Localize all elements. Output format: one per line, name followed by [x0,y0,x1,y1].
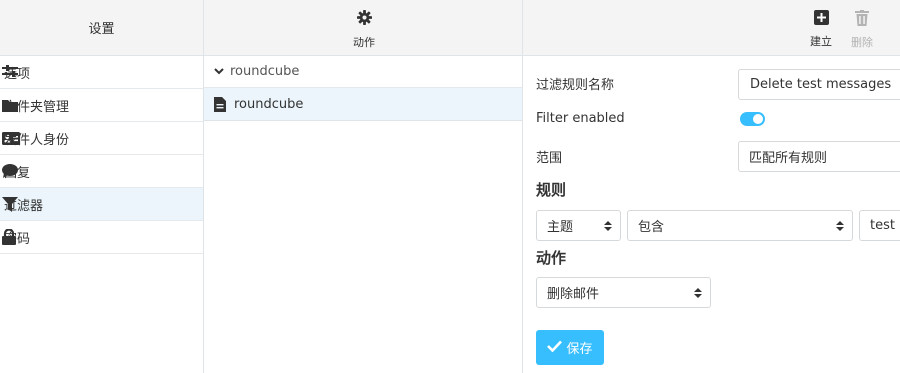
sidebar-item-responses[interactable]: 回复 [0,155,203,188]
filter-set-name: roundcube [230,64,300,79]
save-label: 保存 [566,342,593,357]
filter-name-label: 过滤规则名称 [536,78,615,93]
scope-value: 匹配所有规则 [749,151,828,166]
file-icon [214,96,234,112]
filter-set-row[interactable]: roundcube [204,56,522,88]
filter-name-input[interactable]: Delete test messages [738,69,900,100]
sidebar-item-label: 文件夹管理 [4,99,70,115]
filter-name: roundcube [234,96,304,112]
action-type-value: 删除邮件 [547,287,600,302]
checkmark-icon [547,340,566,356]
sidebar-item-label: 选项 [4,66,31,82]
rule-operator-value: 包含 [638,220,665,235]
sidebar-item-folders[interactable]: 文件夹管理 [0,89,203,122]
sidebar-item-preferences[interactable]: 选项 [0,56,203,89]
settings-sidebar: 设置 选项 文件夹管理 发件人身份 回复 过滤器 密码 [0,0,204,373]
filter-editor-panel: 建立 删除 过滤规则名称 Delete test messages Filter… [523,0,900,373]
filter-list-panel: 动作 roundcube roundcube [204,0,523,373]
create-button[interactable]: 建立 [806,10,836,49]
sidebar-item-label: 回复 [4,165,31,181]
plus-square-icon [813,10,829,29]
actions-label: 动作 [353,36,375,49]
gear-icon [356,10,372,29]
toggle-knob [753,114,763,124]
rules-section-title: 规则 [536,181,567,199]
rule-value-input[interactable]: test [859,210,900,241]
settings-title: 设置 [0,0,203,56]
sidebar-item-label: 过滤器 [4,198,44,214]
actions-section-title: 动作 [536,249,567,267]
scope-label: 范围 [536,151,563,166]
roundcube-settings-app: 设置 选项 文件夹管理 发件人身份 回复 过滤器 密码 动作 roundcube… [0,0,900,373]
rule-header-select[interactable]: 主题 [536,210,621,241]
filter-list-header: 动作 [204,0,522,56]
rule-header-value: 主题 [547,220,574,235]
delete-button[interactable]: 删除 [847,10,877,50]
save-button[interactable]: 保存 [536,330,604,365]
filter-enabled-label: Filter enabled [536,111,625,126]
action-type-select[interactable]: 删除邮件 [536,277,711,308]
select-arrows-icon [694,287,702,299]
rule-operator-select[interactable]: 包含 [627,210,853,241]
filter-list-item[interactable]: roundcube [204,88,522,121]
editor-toolbar: 建立 删除 [523,0,900,56]
sidebar-item-label: 发件人身份 [4,132,70,148]
select-arrows-icon [836,220,844,232]
delete-label: 删除 [851,36,873,49]
sidebar-item-password[interactable]: 密码 [0,221,203,254]
filter-enabled-toggle[interactable] [740,112,765,126]
sidebar-item-label: 密码 [4,231,31,247]
create-label: 建立 [810,35,832,48]
chevron-down-icon [214,68,230,75]
sidebar-item-filters[interactable]: 过滤器 [0,188,203,221]
trash-icon [855,10,869,30]
actions-menu-button[interactable]: 动作 [352,10,376,49]
sidebar-item-identities[interactable]: 发件人身份 [0,122,203,155]
select-arrows-icon [604,220,612,232]
scope-select[interactable]: 匹配所有规则 [738,141,900,172]
